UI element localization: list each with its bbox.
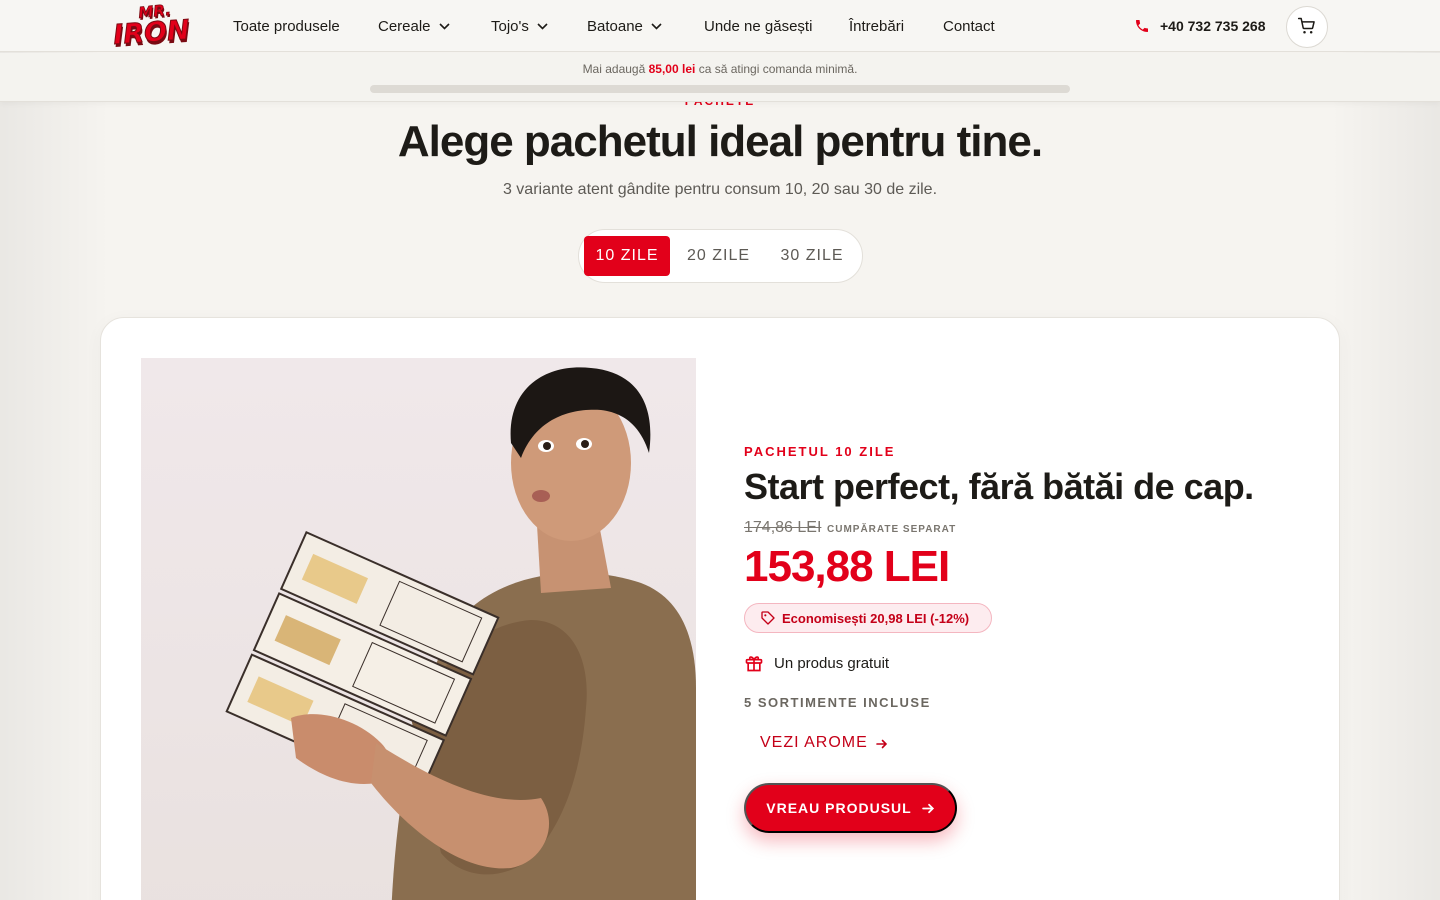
duration-tabs: 10 ZILE 20 ZILE 30 ZILE (578, 229, 863, 283)
cart-icon (1297, 16, 1317, 39)
tab-10-zile[interactable]: 10 ZILE (584, 236, 670, 276)
savings-text: Economisești 20,98 LEI (-12%) (782, 610, 970, 626)
nav-label: Tojo's (491, 17, 529, 35)
old-price: 174,86 LEI (744, 519, 822, 536)
savings-badge: Economisești 20,98 LEI (-12%) (744, 603, 992, 633)
view-aromas-link[interactable]: VEZI AROME (760, 734, 888, 752)
min-order-suffix: ca să atingi comanda minimă. (698, 62, 858, 76)
phone-number: +40 732 735 268 (1160, 18, 1266, 34)
cart-button[interactable] (1286, 6, 1328, 48)
tab-30-zile[interactable]: 30 ZILE (767, 236, 857, 276)
phone-link[interactable]: +40 732 735 268 (1134, 0, 1266, 52)
nav-item-contact[interactable]: Contact (943, 0, 1023, 52)
gift-row: Un produs gratuit (744, 653, 889, 673)
min-order-bar: Mai adaugă 85,00 lei ca să atingi comand… (0, 53, 1440, 102)
nav-item-cereale[interactable]: Cereale (378, 0, 491, 52)
package-price: 153,88 LEI (744, 542, 950, 591)
arrow-right-icon (875, 737, 888, 749)
phone-icon (1134, 18, 1150, 34)
min-order-prefix: Mai adaugă (582, 62, 646, 76)
buy-product-button[interactable]: VREAU PRODUSUL (744, 783, 957, 833)
arrow-right-icon (921, 802, 935, 815)
tab-20-zile[interactable]: 20 ZILE (670, 236, 767, 276)
tag-icon (760, 610, 776, 626)
nav-item-toate-produsele[interactable]: Toate produsele (233, 0, 378, 52)
old-price-note: CUMPĂRATE SEPARAT (827, 524, 957, 535)
main-nav: Toate produsele Cereale Tojo's Batoane U… (233, 0, 1023, 52)
svg-text:IRON: IRON (112, 15, 191, 50)
nav-item-intrebari[interactable]: Întrebări (849, 0, 943, 52)
nav-item-unde-ne-gasesti[interactable]: Unde ne găsești (704, 0, 849, 52)
nav-label: Unde ne găsești (704, 17, 813, 35)
package-card: PACHETUL 10 ZILE Start perfect, fără băt… (100, 317, 1340, 900)
package-title: Start perfect, fără bătăi de cap. (744, 466, 1254, 507)
nav-item-tojos[interactable]: Tojo's (491, 0, 587, 52)
nav-label: Cereale (378, 17, 431, 35)
product-photo (141, 358, 696, 900)
chevron-down-icon (651, 22, 662, 30)
nav-label: Toate produsele (233, 17, 340, 35)
chevron-down-icon (537, 22, 548, 30)
page-title: Alege pachetul ideal pentru tine. (397, 117, 1043, 166)
nav-label: Întrebări (849, 17, 905, 35)
buy-product-label: VREAU PRODUSUL (766, 800, 912, 816)
min-order-message: Mai adaugă 85,00 lei ca să atingi comand… (0, 62, 1440, 76)
gift-icon (744, 653, 764, 673)
assortments-count: 5 SORTIMENTE INCLUSE (744, 695, 931, 710)
nav-item-batoane[interactable]: Batoane (587, 0, 704, 52)
gift-text: Un produs gratuit (774, 654, 890, 672)
nav-label: Batoane (587, 17, 643, 35)
logo-mark: MR. MR. IRON IRON (112, 2, 192, 50)
min-order-amount: 85,00 lei (648, 62, 696, 76)
package-label: PACHETUL 10 ZILE (744, 444, 896, 459)
page-subtitle: 3 variante atent gândite pentru consum 1… (502, 181, 938, 198)
brand-logo[interactable]: MR. MR. IRON IRON (112, 2, 204, 50)
nav-label: Contact (943, 17, 995, 35)
chevron-down-icon (438, 22, 450, 30)
min-order-progress (370, 85, 1070, 93)
view-aromas-label: VEZI AROME (760, 734, 868, 751)
site-header: MR. MR. IRON IRON Toate produsele Cereal… (0, 0, 1440, 52)
